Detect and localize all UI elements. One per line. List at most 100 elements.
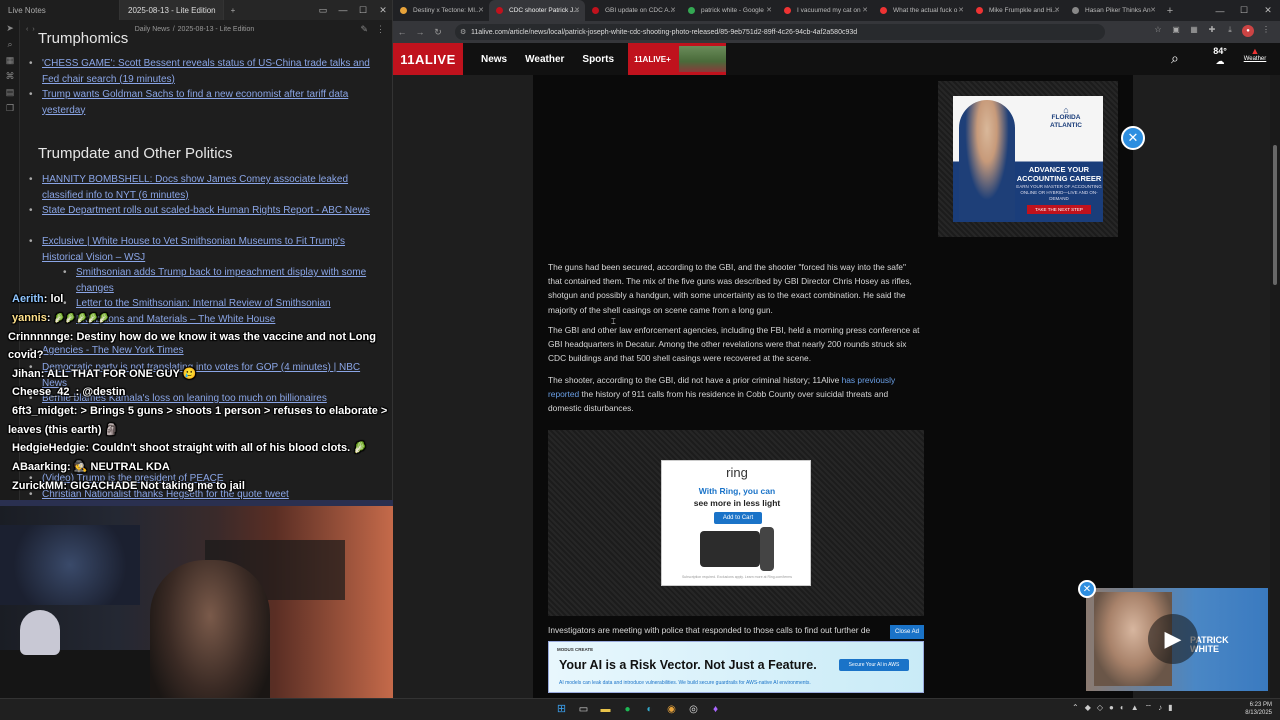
page-scrollbar[interactable] xyxy=(1270,75,1280,698)
tab-close-icon[interactable]: ✕ xyxy=(670,6,676,14)
back-icon[interactable]: ← xyxy=(393,27,411,37)
florida-next-step-button[interactable]: TAKE THE NEXT STEP xyxy=(1027,205,1091,214)
puzzle-icon[interactable]: ✚ xyxy=(1206,25,1218,37)
florida-ad-card[interactable]: ⌂ FLORIDA ATLANTIC ADVANCE YOUR ACCOUNTING… xyxy=(953,96,1103,222)
note-link[interactable]: Exclusive | White House to Vet Smithsoni… xyxy=(29,234,372,265)
close-icon[interactable]: ✕ xyxy=(373,5,392,16)
maximize-icon[interactable]: ☐ xyxy=(353,5,373,16)
tab-favicon xyxy=(784,7,791,14)
note-link[interactable]: State Department rolls out scaled-back H… xyxy=(29,203,372,219)
close-video-icon[interactable]: ✕ xyxy=(1078,580,1096,598)
spotify-icon[interactable]: ● xyxy=(619,701,636,718)
tab-close-icon[interactable]: ✕ xyxy=(958,6,964,14)
florida-ad-subtext: EARN YOUR MASTER OF ACCOUNTING ONLINE OR… xyxy=(1016,184,1102,201)
tray-app-icon[interactable]: ◆ xyxy=(1085,703,1091,713)
note-link[interactable]: 'CHESS GAME': Scott Bessent reveals stat… xyxy=(29,56,372,87)
weather-widget[interactable]: 84° ☁ xyxy=(1205,46,1235,72)
volume-icon[interactable]: ♪ xyxy=(1158,703,1162,713)
app-icon[interactable]: ♦ xyxy=(707,701,724,718)
send-icon[interactable]: ➤ xyxy=(0,20,20,36)
obs-icon[interactable]: ◎ xyxy=(685,701,702,718)
sidebar-toggle-icon[interactable]: ▭ xyxy=(313,5,333,16)
reload-icon[interactable]: ↻ xyxy=(429,27,447,38)
menu-icon[interactable]: ⋮ xyxy=(1260,25,1272,37)
chrome-icon[interactable]: ◉ xyxy=(663,701,680,718)
new-tab-icon[interactable]: + xyxy=(1161,0,1179,21)
close-ad-button[interactable]: Close Ad xyxy=(890,625,924,639)
browser-tab[interactable]: I vacuumed my cat on ✕ xyxy=(777,0,873,21)
tab-close-icon[interactable]: ✕ xyxy=(1150,6,1156,14)
cam-figurine xyxy=(20,610,60,655)
note-link[interactable]: HANNITY BOMBSHELL: Docs show James Comey… xyxy=(29,172,372,203)
tab-close-icon[interactable]: ✕ xyxy=(478,6,484,14)
forward-icon[interactable]: → xyxy=(411,27,429,37)
ring-ad-card[interactable]: ring With Ring, you can see more in less … xyxy=(661,460,811,586)
tab-close-icon[interactable]: ✕ xyxy=(574,6,580,14)
tab-close-icon[interactable]: ✕ xyxy=(862,6,868,14)
tab-close-icon[interactable]: ✕ xyxy=(766,6,772,14)
tray-chevron-icon[interactable]: ⌃ xyxy=(1072,703,1079,713)
calendar-icon[interactable]: ▤ xyxy=(0,84,20,100)
mouse-cursor-icon: ⌶ xyxy=(611,317,616,326)
battery-icon[interactable]: ▮ xyxy=(1168,703,1172,713)
notes-tab-edition[interactable]: 2025-08-13 - Lite Edition xyxy=(120,0,224,20)
nav-weather[interactable]: Weather xyxy=(525,54,564,65)
weather-alert[interactable]: ▲ Weather xyxy=(1238,46,1272,72)
browser-tab[interactable]: Destiny x Tectone: MI... ✕ xyxy=(393,0,489,21)
browser-tab[interactable]: GBI update on CDC A... ✕ xyxy=(585,0,681,21)
note-link[interactable]: Trump wants Goldman Sachs to find a new … xyxy=(29,87,372,118)
chat-line: ZurickMM: GIGACHADE Not taking me to jai… xyxy=(12,480,245,492)
browser-tab-active[interactable]: CDC shooter Patrick J... ✕ xyxy=(489,0,585,21)
close-ad-icon[interactable]: ✕ xyxy=(1121,126,1145,150)
bookmark-star-icon[interactable]: ☆ xyxy=(1152,25,1164,37)
system-clock[interactable]: 6:23 PM 8/13/2025 xyxy=(1232,701,1272,717)
new-tab-icon[interactable]: + xyxy=(224,6,242,15)
tray-app-icon[interactable]: ◇ xyxy=(1097,703,1103,713)
secure-ai-button[interactable]: Secure Your AI in AWS xyxy=(839,659,909,671)
edge-icon[interactable]: ◐ xyxy=(641,701,658,718)
nav-sports[interactable]: Sports xyxy=(582,54,614,65)
browser-tab[interactable]: patrick white - Google ✕ xyxy=(681,0,777,21)
tab-favicon xyxy=(400,7,407,14)
search-icon[interactable]: ⌕ xyxy=(1171,50,1179,67)
profile-avatar[interactable]: ● xyxy=(1242,25,1254,37)
minimize-icon[interactable]: — xyxy=(333,5,353,16)
tray-app-icon[interactable]: ▲ xyxy=(1131,703,1139,713)
network-icon[interactable]: ⌔ xyxy=(1145,703,1153,713)
extension-icon[interactable]: ▦ xyxy=(1188,25,1200,37)
graph-icon[interactable]: ⌘ xyxy=(0,68,20,84)
folder-icon[interactable]: ▦ xyxy=(0,52,20,68)
notes-tab-live[interactable]: Live Notes xyxy=(0,0,120,20)
chat-line: HedgieHedgie: Couldn't shoot straight wi… xyxy=(12,442,367,454)
copy-icon[interactable]: ❐ xyxy=(0,100,20,116)
browser-tab[interactable]: Hasan Piker Thinks An ✕ xyxy=(1065,0,1161,21)
tray-app-icon[interactable]: ◐ xyxy=(1120,703,1125,713)
maximize-icon[interactable]: ☐ xyxy=(1232,0,1256,21)
floating-video-player[interactable]: PATRICK WHITE ▶ xyxy=(1086,588,1268,691)
url-field[interactable]: ⚙ 11alive.com/article/news/local/patrick-… xyxy=(455,24,1105,40)
alive-plus-promo[interactable]: 11ALIVE+ xyxy=(628,43,727,75)
close-icon[interactable]: ✕ xyxy=(1256,0,1280,21)
download-icon[interactable]: ⤓ xyxy=(1224,25,1236,37)
taskbar: ⊞ ▭ ▬ ● ◐ ◉ ◎ ♦ ⌃ ◆ ◇ ● ◐ ▲ ⌔ ♪ ▮ 6:23 P… xyxy=(0,698,1280,720)
taskview-icon[interactable]: ▭ xyxy=(575,701,592,718)
file-explorer-icon[interactable]: ▬ xyxy=(597,701,614,718)
minimize-icon[interactable]: — xyxy=(1208,0,1232,21)
ai-risk-ad[interactable]: MODUS CREATE Your AI is a Risk Vector. N… xyxy=(548,641,924,693)
weather-cloud-icon: ☁ xyxy=(1215,56,1225,66)
tray-app-icon[interactable]: ● xyxy=(1109,703,1114,713)
site-logo[interactable]: 11ALIVE xyxy=(393,43,463,75)
browser-tab[interactable]: What the actual fuck o ✕ xyxy=(873,0,969,21)
windows-start-icon[interactable]: ⊞ xyxy=(553,701,570,718)
nav-news[interactable]: News xyxy=(481,54,507,65)
search-icon[interactable]: ⌕ xyxy=(0,36,20,52)
ad-brand: MODUS CREATE xyxy=(557,647,594,652)
play-icon[interactable]: ▶ xyxy=(1148,614,1198,664)
browser-tab[interactable]: Mike Frumpkle and Hi... ✕ xyxy=(969,0,1065,21)
article-paragraph: The shooter, according to the GBI, did n… xyxy=(548,375,896,414)
tab-close-icon[interactable]: ✕ xyxy=(1054,6,1060,14)
site-info-icon[interactable]: ⚙ xyxy=(460,28,466,36)
ring-add-to-cart-button[interactable]: Add to Cart xyxy=(714,512,762,524)
scrollbar-thumb[interactable] xyxy=(1273,145,1277,285)
extension-icon[interactable]: ▣ xyxy=(1170,25,1182,37)
